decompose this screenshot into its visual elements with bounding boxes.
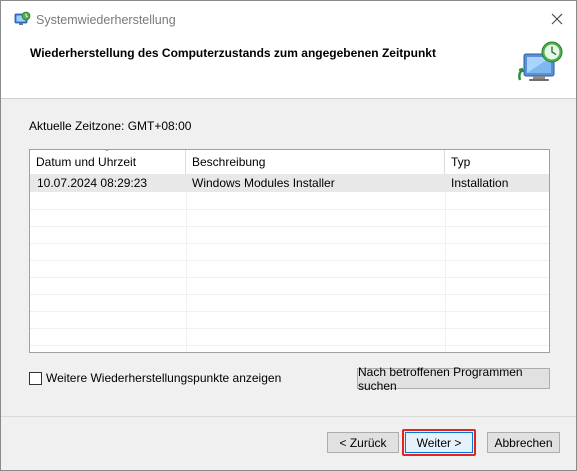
next-button[interactable]: Weiter >: [405, 432, 473, 453]
row-divider: [30, 243, 549, 244]
system-restore-icon: [14, 11, 31, 28]
row-divider: [30, 226, 549, 227]
scan-affected-programs-button[interactable]: Nach betroffenen Programmen suchen: [357, 365, 550, 393]
wizard-footer: < Zurück Weiter > Abbrechen: [1, 416, 576, 470]
column-divider: [445, 174, 446, 352]
monitor-restore-clock-icon: [518, 40, 566, 84]
restore-points-table[interactable]: ﹀ Datum und Uhrzeit Beschreibung Typ 10.…: [29, 149, 550, 353]
table-row[interactable]: 10.07.2024 08:29:23 Windows Modules Inst…: [30, 174, 549, 192]
column-divider: [186, 174, 187, 352]
cell-type: Installation: [451, 176, 509, 190]
row-divider: [30, 277, 549, 278]
table-header: ﹀ Datum und Uhrzeit Beschreibung Typ: [30, 150, 549, 174]
row-divider: [30, 209, 549, 210]
column-header-date-label: Datum und Uhrzeit: [36, 155, 137, 169]
sort-chevron-icon: ﹀: [103, 149, 111, 157]
cell-date: 10.07.2024 08:29:23: [37, 176, 148, 190]
column-header-type[interactable]: Typ: [445, 150, 549, 174]
row-divider: [30, 294, 549, 295]
show-more-restore-points[interactable]: Weitere Wiederherstellungspunkte anzeige…: [29, 371, 281, 385]
column-header-description[interactable]: Beschreibung: [186, 150, 445, 174]
show-more-checkbox-label: Weitere Wiederherstellungspunkte anzeige…: [46, 371, 282, 385]
timezone-label: Aktuelle Zeitzone: GMT+08:00: [29, 119, 192, 133]
page-heading: Wiederherstellung des Computerzustands z…: [30, 46, 436, 60]
close-icon[interactable]: [544, 7, 570, 31]
row-divider: [30, 345, 549, 346]
cancel-button[interactable]: Abbrechen: [487, 432, 560, 453]
show-more-checkbox[interactable]: [29, 371, 42, 385]
title-bar: Systemwiederherstellung: [1, 1, 576, 38]
cell-description: Windows Modules Installer: [192, 176, 335, 190]
window-title: Systemwiederherstellung: [36, 13, 176, 27]
system-restore-window: Systemwiederherstellung Wiederherstellun…: [0, 0, 577, 471]
row-divider: [30, 260, 549, 261]
row-divider: [30, 328, 549, 329]
row-divider: [30, 311, 549, 312]
column-header-date[interactable]: ﹀ Datum und Uhrzeit: [30, 150, 186, 174]
wizard-header: Wiederherstellung des Computerzustands z…: [1, 38, 576, 99]
wizard-content: Aktuelle Zeitzone: GMT+08:00 ﹀ Datum und…: [1, 99, 576, 416]
back-button[interactable]: < Zurück: [327, 432, 399, 453]
